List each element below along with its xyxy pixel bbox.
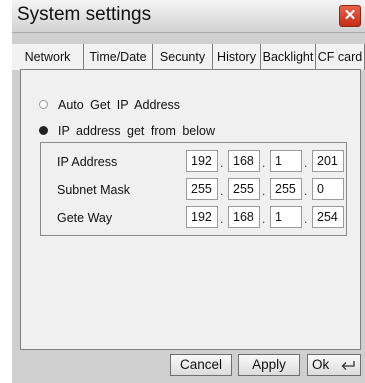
option-label: Auto Get IP Address [58,98,181,112]
tab-label: Backlight [262,50,314,64]
octet-separator: . [304,156,308,170]
subnet-mask-octet-2[interactable]: 255 [228,178,260,200]
tab-cf-card[interactable]: CF card [316,44,365,70]
ip-address-octet-1[interactable]: 192 [186,150,218,172]
radio-unselected-icon [39,100,48,110]
gateway-octet-1[interactable]: 192 [186,206,218,228]
ip-address-row: IP Address 192 . 168 . 1 . 201 [41,150,346,176]
auto-ip-option[interactable]: Auto Get IP Address [39,98,180,112]
tab-label: CF card [317,50,363,64]
left-edge-strip [0,0,12,383]
octet-separator: . [304,212,308,226]
octet-separator: . [262,212,266,226]
window-title: System settings [17,4,152,25]
subnet-mask-octet-3[interactable]: 255 [270,178,302,200]
gateway-octet-2[interactable]: 168 [228,206,260,228]
ip-address-octet-3[interactable]: 1 [270,150,302,172]
system-settings-window: System settings ✕ Network Time/Date Secu… [12,0,365,383]
ok-button[interactable]: Ok [307,354,361,376]
ip-address-octet-2[interactable]: 168 [228,150,260,172]
subnet-mask-label: Subnet Mask [57,183,130,197]
octet-separator: . [220,212,224,226]
tab-bar: Network Time/Date Secunty History Backli… [12,44,365,70]
ip-address-octet-4[interactable]: 201 [312,150,344,172]
tab-security[interactable]: Secunty [153,44,213,70]
close-icon: ✕ [343,7,357,24]
subnet-mask-octet-1[interactable]: 255 [186,178,218,200]
tab-label: Time/Date [89,50,147,64]
octet-separator: . [304,184,308,198]
tab-time-date[interactable]: Time/Date [84,44,153,70]
close-button[interactable]: ✕ [339,5,361,27]
gateway-label: Gete Way [57,211,113,225]
tab-label: History [217,50,256,64]
dialog-button-bar: Cancel Apply Ok [12,350,365,383]
gateway-row: Gete Way 192 . 168 . 1 . 254 [41,206,346,232]
octet-separator: . [262,156,266,170]
tab-network[interactable]: Network [12,44,84,70]
gateway-octet-4[interactable]: 254 [312,206,344,228]
subnet-mask-octet-4[interactable]: 0 [312,178,344,200]
tab-history[interactable]: History [213,44,261,70]
option-label: IP address get from below [58,124,215,138]
network-panel: Auto Get IP Address IP address get from … [20,69,361,350]
radio-selected-icon [39,126,48,136]
ok-label: Ok [311,357,330,372]
octet-separator: . [220,156,224,170]
tab-backlight[interactable]: Backlight [261,44,316,70]
cancel-label: Cancel [179,357,223,372]
octet-separator: . [220,184,224,198]
octet-separator: . [262,184,266,198]
ip-address-label: IP Address [57,155,118,169]
enter-arrow-icon [341,360,355,370]
manual-ip-option[interactable]: IP address get from below [39,124,215,138]
gateway-octet-3[interactable]: 1 [270,206,302,228]
tab-label: Secunty [159,50,206,64]
apply-label: Apply [252,357,286,372]
ip-settings-group: IP Address 192 . 168 . 1 . 201 Subnet Ma… [40,142,347,236]
tab-label: Network [24,50,71,64]
subnet-mask-row: Subnet Mask 255 . 255 . 255 . 0 [41,178,346,204]
cancel-button[interactable]: Cancel [170,354,232,376]
title-bar: System settings ✕ [12,0,365,33]
apply-button[interactable]: Apply [238,354,300,376]
